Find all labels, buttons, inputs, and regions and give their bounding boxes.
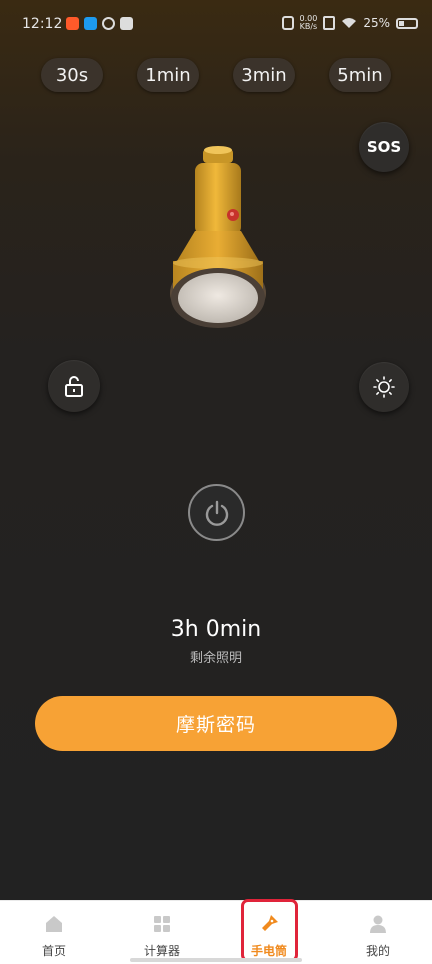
remaining-label: 剩余照明 <box>189 651 242 666</box>
nav-label: 计算器 <box>143 944 180 958</box>
nav-item-calculator[interactable]: 计算器 <box>122 901 202 964</box>
active-tab-highlight <box>241 899 298 962</box>
nav-item-home[interactable]: 首页 <box>14 901 94 964</box>
status-indicators: 0.00 KB/s 25% <box>281 15 418 31</box>
timer-label: 5min <box>337 64 383 86</box>
wifi-icon <box>342 18 357 28</box>
battery-icon <box>396 17 418 29</box>
home-icon <box>46 916 62 932</box>
sos-label: SOS <box>366 138 402 156</box>
nav-item-profile[interactable]: 我的 <box>338 901 418 964</box>
nav-label: 我的 <box>365 944 390 958</box>
status-bar: 12:12 0.00 KB/s 25% <box>0 0 432 50</box>
power-button[interactable] <box>188 484 245 541</box>
app-notification-icon <box>66 17 79 30</box>
home-indicator <box>130 958 302 962</box>
nfc-icon <box>323 16 336 30</box>
status-time: 12:12 <box>22 16 63 32</box>
nav-label: 首页 <box>41 944 66 958</box>
net-speed-unit: KB/s <box>299 22 318 31</box>
lock-button[interactable] <box>48 360 100 412</box>
bottom-nav: 首页 计算器 手电筒 我的 <box>0 900 432 964</box>
battery-percent: 25% <box>363 16 390 30</box>
profile-icon <box>370 915 386 933</box>
sos-button[interactable]: SOS <box>359 122 409 172</box>
timer-3min-button[interactable]: 3min <box>233 58 295 92</box>
timer-label: 1min <box>145 64 191 86</box>
timer-1min-button[interactable]: 1min <box>137 58 199 92</box>
timer-label: 3min <box>241 64 287 86</box>
timer-5min-button[interactable]: 5min <box>329 58 391 92</box>
network-speed: 0.00 KB/s <box>300 15 318 31</box>
brightness-button[interactable] <box>359 362 409 412</box>
power-icon <box>205 500 228 526</box>
notification-icons <box>66 17 133 30</box>
remaining-time: 3h 0min <box>170 617 262 642</box>
vibrate-icon <box>281 16 294 30</box>
flashlight-illustration <box>170 146 266 328</box>
calculator-icon <box>154 916 170 932</box>
sun-icon <box>373 376 395 398</box>
app-notification-icon <box>84 17 97 30</box>
unlock-icon <box>65 376 83 397</box>
flashlight-screen: 12:12 0.00 KB/s 25% 30s 1min 3min 5min S… <box>0 0 432 900</box>
timer-label: 30s <box>55 64 89 86</box>
morse-code-button[interactable]: 摩斯密码 <box>35 696 397 751</box>
app-notification-icon <box>120 17 133 30</box>
app-notification-icon <box>102 17 115 30</box>
timer-30s-button[interactable]: 30s <box>41 58 103 92</box>
